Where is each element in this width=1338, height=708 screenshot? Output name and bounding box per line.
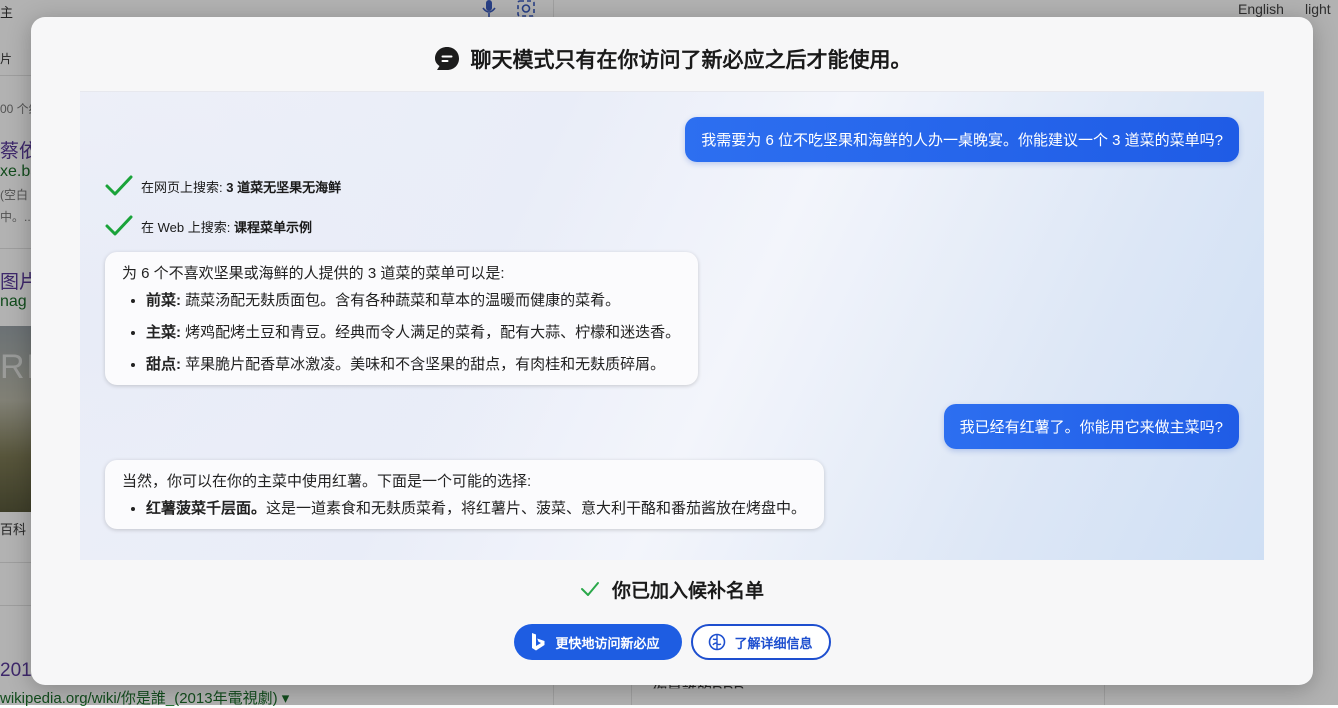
menu-list: 红薯菠菜千层面。这是一道素食和无麸质菜肴，将红薯片、菠菜、意大利干酪和番茄酱放在…	[122, 497, 806, 518]
chat-preview: 我需要为 6 位不吃坚果和海鲜的人办一桌晚宴。你能建议一个 3 道菜的菜单吗? …	[80, 91, 1264, 560]
learn-more-button[interactable]: 了解详细信息	[690, 624, 831, 660]
bing-logo-icon	[531, 633, 544, 651]
action-buttons: 更快地访问新必应 了解详细信息	[31, 624, 1313, 660]
check-icon	[580, 582, 599, 596]
list-item: 甜点: 苹果脆片配香草冰激凌。美味和不含坚果的甜点，有肉桂和无麸质碎屑。	[146, 353, 680, 374]
bot-message-intro: 为 6 个不喜欢坚果或海鲜的人提供的 3 道菜的菜单可以是:	[122, 265, 505, 282]
check-icon	[105, 215, 133, 236]
search-query: 3 道菜无坚果无海鲜	[226, 179, 342, 195]
modal-title: 聊天模式只有在你访问了新必应之后才能使用。	[470, 49, 912, 72]
faster-access-button[interactable]: 更快地访问新必应	[513, 624, 682, 660]
chat-bubble-icon	[434, 47, 459, 70]
brain-icon	[708, 633, 725, 651]
bot-message: 当然，你可以在你的主菜中使用红薯。下面是一个可能的选择: 红薯菠菜千层面。这是一…	[105, 460, 825, 529]
check-icon	[105, 175, 133, 196]
learn-more-label: 了解详细信息	[734, 635, 813, 651]
search-label: 在 Web 上搜索: 课程菜单示例	[141, 219, 312, 235]
menu-list: 前菜: 蔬菜汤配无麸质面包。含有各种蔬菜和草本的温暖而健康的菜肴。 主菜: 烤鸡…	[122, 289, 680, 374]
faster-access-label: 更快地访问新必应	[555, 635, 660, 651]
modal-header: 聊天模式只有在你访问了新必应之后才能使用。	[31, 45, 1313, 73]
search-status: 在网页上搜索: 3 道菜无坚果无海鲜	[105, 173, 341, 199]
list-item: 前菜: 蔬菜汤配无麸质面包。含有各种蔬菜和草本的温暖而健康的菜肴。	[146, 289, 680, 310]
chat-waitlist-modal: 聊天模式只有在你访问了新必应之后才能使用。 我需要为 6 位不吃坚果和海鲜的人办…	[31, 17, 1313, 685]
bot-message: 为 6 个不喜欢坚果或海鲜的人提供的 3 道菜的菜单可以是: 前菜: 蔬菜汤配无…	[105, 252, 699, 385]
user-message: 我已经有红薯了。你能用它来做主菜吗?	[943, 404, 1239, 449]
bot-message-intro: 当然，你可以在你的主菜中使用红薯。下面是一个可能的选择:	[122, 473, 532, 490]
waitlist-text: 你已加入候补名单	[611, 580, 764, 602]
waitlist-status: 你已加入候补名单	[31, 575, 1313, 603]
search-query: 课程菜单示例	[233, 219, 312, 235]
search-label: 在网页上搜索: 3 道菜无坚果无海鲜	[141, 179, 342, 195]
list-item: 主菜: 烤鸡配烤土豆和青豆。经典而令人满足的菜肴，配有大蒜、柠檬和迷迭香。	[146, 321, 680, 342]
list-item: 红薯菠菜千层面。这是一道素食和无麸质菜肴，将红薯片、菠菜、意大利干酪和番茄酱放在…	[146, 497, 806, 518]
user-message: 我需要为 6 位不吃坚果和海鲜的人办一桌晚宴。你能建议一个 3 道菜的菜单吗?	[685, 117, 1239, 162]
search-status: 在 Web 上搜索: 课程菜单示例	[105, 213, 312, 239]
